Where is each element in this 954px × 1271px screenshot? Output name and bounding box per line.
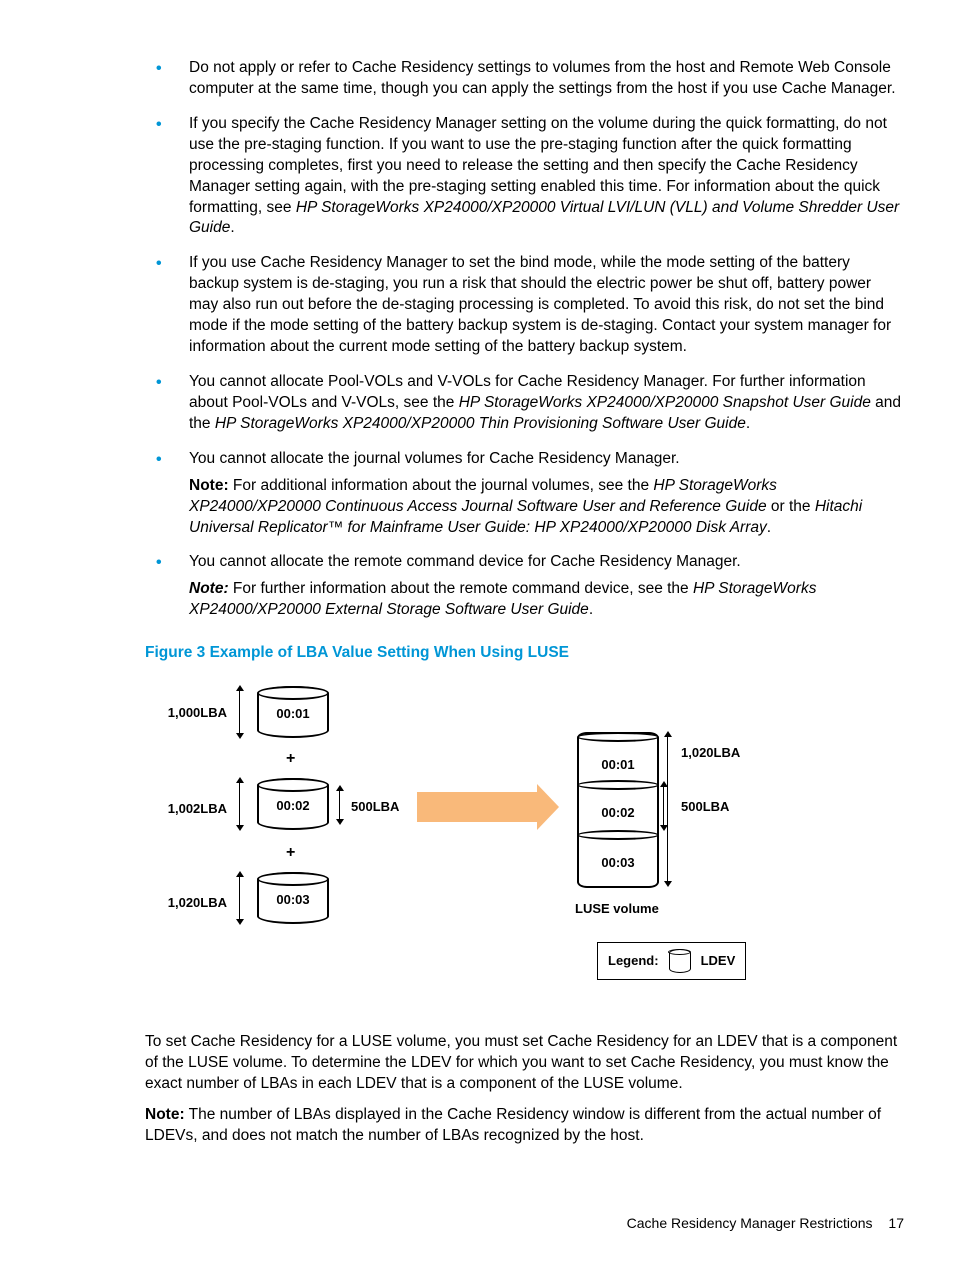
note-text: . [589,601,593,618]
bullet-item: You cannot allocate Pool-VOLs and V-VOLs… [145,372,904,435]
bullet-text: You cannot allocate the journal volumes … [189,450,680,467]
ldev-id: 00:03 [259,891,327,909]
bullet-item: You cannot allocate the journal volumes … [145,449,904,539]
bullet-text: . [230,219,234,236]
body-paragraph: To set Cache Residency for a LUSE volume… [145,1032,904,1095]
body-paragraph: Note: The number of LBAs displayed in th… [145,1105,904,1147]
ldev-id: 00:01 [259,705,327,723]
figure-caption: Figure 3 Example of LBA Value Setting Wh… [145,643,904,664]
lba-label: 1,020LBA [681,744,740,762]
ldev-cylinder-icon: 00:02 [257,778,329,830]
note-label: Note: [145,1106,185,1123]
bullet-text: You cannot allocate the remote command d… [189,553,741,570]
ldev-cylinder-icon [669,949,691,973]
note-text: or the [767,498,815,515]
lba-label: 500LBA [351,798,399,816]
plus-icon: + [286,748,295,770]
doc-ref: HP StorageWorks XP24000/XP20000 Snapshot… [459,394,871,411]
footer-section: Cache Residency Manager Restrictions [627,1215,873,1231]
doc-ref: HP StorageWorks XP24000/XP20000 Virtual … [189,199,899,237]
note-text: For further information about the remote… [229,580,693,597]
ldev-cylinder-icon: 00:01 [257,686,329,738]
ldev-id: 00:02 [579,804,657,822]
page-number: 17 [888,1215,904,1231]
page-footer: Cache Residency Manager Restrictions 17 [627,1214,904,1233]
note-text: The number of LBAs displayed in the Cach… [145,1106,881,1144]
note-label: Note: [189,580,229,597]
ldev-id: 00:03 [579,854,657,872]
luse-caption: LUSE volume [575,900,659,918]
dimension-arrow-icon [663,786,664,826]
ldev-id: 00:02 [259,797,327,815]
note-block: Note: For further information about the … [189,579,904,621]
bullet-text: If you use Cache Residency Manager to se… [189,254,891,355]
dimension-arrow-icon [239,876,240,920]
ldev-id: 00:01 [579,756,657,774]
note-block: Note: For additional information about t… [189,476,904,539]
bullet-item: You cannot allocate the remote command d… [145,552,904,621]
bullet-item: Do not apply or refer to Cache Residency… [145,58,904,100]
lba-label: 1,000LBA [157,704,227,722]
dimension-arrow-icon [239,782,240,826]
bullet-text: Do not apply or refer to Cache Residency… [189,59,896,97]
dimension-arrow-icon [339,790,340,820]
note-text: . [767,519,771,536]
bullet-text: . [746,415,750,432]
dimension-arrow-icon [667,736,668,882]
figure-legend: Legend: LDEV [597,942,746,980]
bullet-item: If you specify the Cache Residency Manag… [145,114,904,240]
lba-label: 1,002LBA [157,800,227,818]
bullet-list: Do not apply or refer to Cache Residency… [145,58,904,621]
figure-diagram: 1,000LBA 00:01 + 1,002LBA 00:02 500LBA +… [167,682,787,1012]
lba-label: 1,020LBA [157,894,227,912]
doc-ref: HP StorageWorks XP24000/XP20000 Thin Pro… [215,415,746,432]
note-label: Note: [189,477,229,494]
legend-value: LDEV [701,952,736,970]
bullet-item: If you use Cache Residency Manager to se… [145,253,904,358]
plus-icon: + [286,842,295,864]
luse-volume-icon: 00:01 00:02 00:03 [577,732,659,888]
note-text: For additional information about the jou… [229,477,654,494]
ldev-cylinder-icon: 00:03 [257,872,329,924]
lba-label: 500LBA [681,798,729,816]
legend-label: Legend: [608,952,659,970]
flow-arrow-icon [417,792,537,822]
dimension-arrow-icon [239,690,240,734]
